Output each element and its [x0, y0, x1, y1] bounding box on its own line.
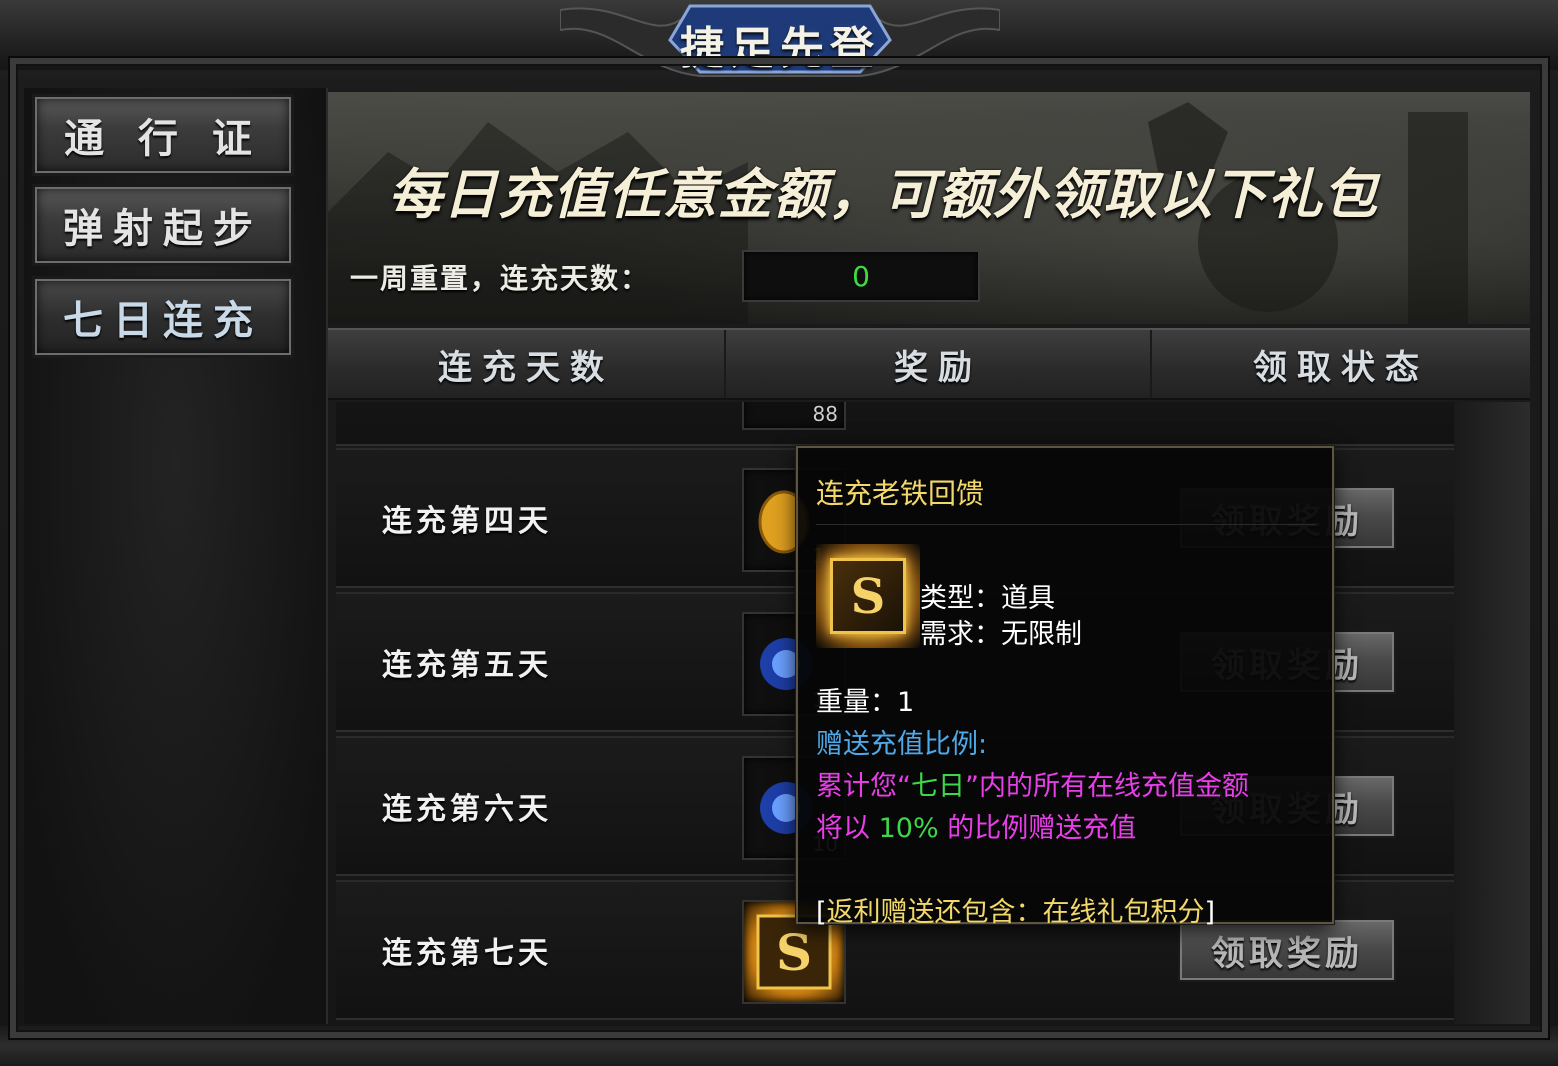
bottom-rail [0, 1026, 1558, 1066]
banner: 每日充值任意金额，可额外领取以下礼包 一周重置，连充天数： 0 [328, 92, 1530, 324]
header-status: 领取状态 [1253, 347, 1429, 388]
claim-reward-label: 领取奖励 [1211, 933, 1363, 974]
sidebar-item-label: 七日连充 [63, 297, 263, 344]
reset-days-label: 一周重置，连充天数： [350, 262, 651, 295]
tooltip-ratio-heading: 赠送充值比例: [816, 729, 988, 760]
reset-days-value: 0 [852, 259, 870, 293]
tooltip-footer: [返利赠送还包含：在线礼包积分] [816, 897, 1216, 928]
tooltip-title: 连充老铁回馈 [816, 477, 985, 510]
row-day-label: 连充第七天 [382, 936, 552, 971]
svg-text:S: S [851, 569, 886, 625]
tooltip-requirement: 需求：无限制 [920, 619, 1082, 650]
header-days: 连充天数 [328, 330, 726, 398]
reward-slot[interactable]: 88 [742, 402, 846, 430]
sidebar-item-seven-day[interactable]: 七日连充 [32, 276, 294, 358]
window-title: 捷足先登 [680, 23, 880, 74]
svg-text:S: S [776, 923, 812, 982]
row-day-label: 连充第六天 [382, 792, 552, 827]
table-header: 连充天数 奖励 领取状态 [328, 328, 1530, 400]
tooltip-desc-line2: 将以 10% 的比例赠送充值 [816, 813, 1137, 844]
sidebar: 通 行 证 弹射起步 七日连充 [24, 88, 328, 1024]
gold-s-rune-icon: S [830, 558, 906, 634]
row-day-label: 连充第四天 [382, 504, 552, 539]
tooltip-item-icon: S [816, 544, 920, 648]
reward-count: 88 [812, 402, 838, 426]
banner-headline: 每日充值任意金额，可额外领取以下礼包 [388, 163, 1378, 226]
tooltip-divider [816, 524, 1316, 525]
tooltip-weight: 重量：1 [816, 687, 915, 718]
item-tooltip: 连充老铁回馈 S 类型：道具 需求：无限制 重量：1 赠送充值比例: 累计您“七… [796, 446, 1334, 928]
sidebar-item-pass[interactable]: 通 行 证 [32, 94, 294, 176]
reset-days-box: 0 [742, 250, 980, 302]
tooltip-type: 类型：道具 [920, 583, 1055, 614]
sidebar-item-label: 弹射起步 [63, 205, 263, 252]
sidebar-item-label: 通 行 证 [64, 115, 262, 162]
row-day-label: 连充第五天 [382, 648, 552, 683]
tooltip-desc-line1: 累计您“七日”内的所有在线充值金额 [816, 771, 1249, 802]
scroll-track[interactable] [1454, 402, 1530, 1024]
sidebar-item-launch[interactable]: 弹射起步 [32, 184, 294, 266]
header-reward: 奖励 [726, 330, 1152, 398]
title-plaque: 捷足先登 [560, 0, 1000, 78]
game-window: 捷足先登 通 行 证 弹射起步 七日连充 每日充值任意金额，可额外领取以下礼包 … [0, 0, 1558, 1066]
table-row-partial: 88 [336, 402, 1454, 446]
